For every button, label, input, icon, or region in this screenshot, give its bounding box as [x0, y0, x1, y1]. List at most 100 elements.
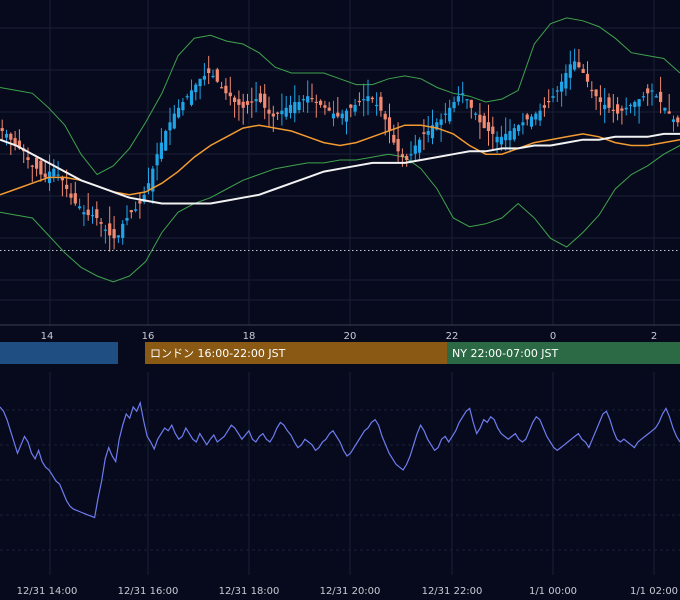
candle-body	[198, 78, 202, 87]
candle-body	[30, 165, 34, 167]
candle-body	[220, 87, 224, 89]
candle-body	[224, 85, 228, 94]
candle-body	[598, 97, 602, 102]
candle-body	[331, 113, 336, 119]
candle-body	[336, 112, 340, 117]
candle-body	[112, 229, 116, 239]
price-x-tick-label: 14	[41, 331, 54, 342]
candle-body	[194, 84, 198, 93]
candle-body	[0, 128, 4, 131]
candle-body	[641, 96, 645, 98]
candle-body	[86, 209, 90, 216]
candle-body	[211, 75, 215, 78]
candle-body	[241, 101, 245, 108]
candle-body	[138, 200, 142, 204]
candle-body	[452, 102, 456, 109]
candle-body	[577, 62, 581, 68]
candle-body	[418, 139, 422, 153]
candle-body	[65, 184, 69, 189]
candle-body	[676, 117, 680, 123]
candle-body	[551, 96, 555, 98]
candle-body	[508, 131, 512, 141]
candle-body	[267, 109, 271, 114]
candle-body	[263, 93, 267, 108]
candle-body	[482, 115, 486, 129]
candle-body	[297, 102, 301, 111]
candle-body	[284, 107, 288, 117]
candle-body	[628, 104, 633, 107]
candle-body	[663, 107, 667, 111]
candle-body	[581, 69, 585, 73]
candle-body	[560, 81, 564, 92]
candle-body	[616, 104, 620, 114]
candle-body	[327, 107, 331, 111]
candle-body	[301, 99, 305, 101]
candle-body	[486, 122, 491, 131]
candle-body	[667, 111, 671, 114]
session-label: ロンドン 16:00-22:00 JST	[150, 347, 286, 360]
candle-body	[26, 157, 30, 160]
candle-body	[288, 104, 293, 113]
candle-body	[409, 154, 413, 156]
candle-body	[624, 107, 628, 110]
candle-body	[387, 117, 392, 131]
session-label: NY 22:00-07:00 JST	[452, 347, 559, 360]
candle-body	[9, 133, 13, 140]
price-x-tick-label: 0	[550, 331, 556, 342]
candle-body	[525, 114, 529, 120]
candle-body	[448, 107, 452, 122]
candle-body	[499, 136, 503, 145]
candle-body	[228, 92, 232, 97]
candle-body	[504, 133, 508, 141]
candle-body	[422, 132, 426, 134]
candle-body	[90, 215, 95, 217]
candle-body	[78, 206, 82, 209]
candle-body	[35, 157, 39, 169]
candle-body	[293, 102, 297, 114]
candle-body	[413, 145, 417, 154]
candle-body	[512, 128, 516, 140]
candle-body	[280, 110, 284, 115]
candle-body	[547, 101, 551, 103]
candle-body	[637, 99, 641, 107]
candle-body	[254, 99, 258, 102]
candle-body	[164, 131, 168, 151]
candle-body	[469, 99, 473, 108]
candle-body	[202, 75, 206, 80]
candle-body	[603, 104, 607, 110]
candle-body	[314, 101, 318, 103]
candle-body	[116, 235, 120, 238]
candle-body	[189, 90, 194, 105]
candle-body	[39, 160, 43, 175]
candle-body	[56, 174, 60, 176]
price-x-tick-label: 16	[142, 331, 155, 342]
candle-body	[439, 119, 443, 125]
candle-body	[495, 136, 499, 143]
candle-body	[146, 183, 151, 190]
session-segment	[0, 342, 118, 364]
candle-body	[534, 113, 538, 120]
candle-body	[125, 218, 129, 221]
trading-chart: 14 16 18 20 22 0 2 ロンドン 16:00-22:00 JST NY 22:0…	[0, 0, 680, 600]
time-tick-label: 12/31 16:00	[118, 586, 179, 597]
candle-body	[517, 125, 521, 132]
time-tick-label: 12/31 20:00	[320, 586, 381, 597]
candle-body	[250, 101, 254, 103]
candle-body	[564, 73, 568, 89]
candle-body	[491, 126, 495, 134]
price-x-tick-label: 2	[651, 331, 657, 342]
candle-body	[185, 96, 189, 98]
candle-body	[129, 210, 133, 213]
candle-body	[95, 209, 99, 218]
candle-body	[233, 97, 237, 102]
time-tick-label: 1/1 00:00	[529, 586, 577, 597]
session-bar: ロンドン 16:00-22:00 JST NY 22:00-07:00 JST	[0, 342, 680, 364]
candle-body	[99, 222, 103, 224]
candle-body	[465, 99, 469, 101]
candle-body	[155, 154, 159, 166]
candle-body	[461, 93, 465, 95]
candle-body	[405, 155, 409, 160]
candle-body	[181, 102, 185, 111]
candle-body	[340, 113, 344, 119]
candle-body	[319, 100, 323, 105]
